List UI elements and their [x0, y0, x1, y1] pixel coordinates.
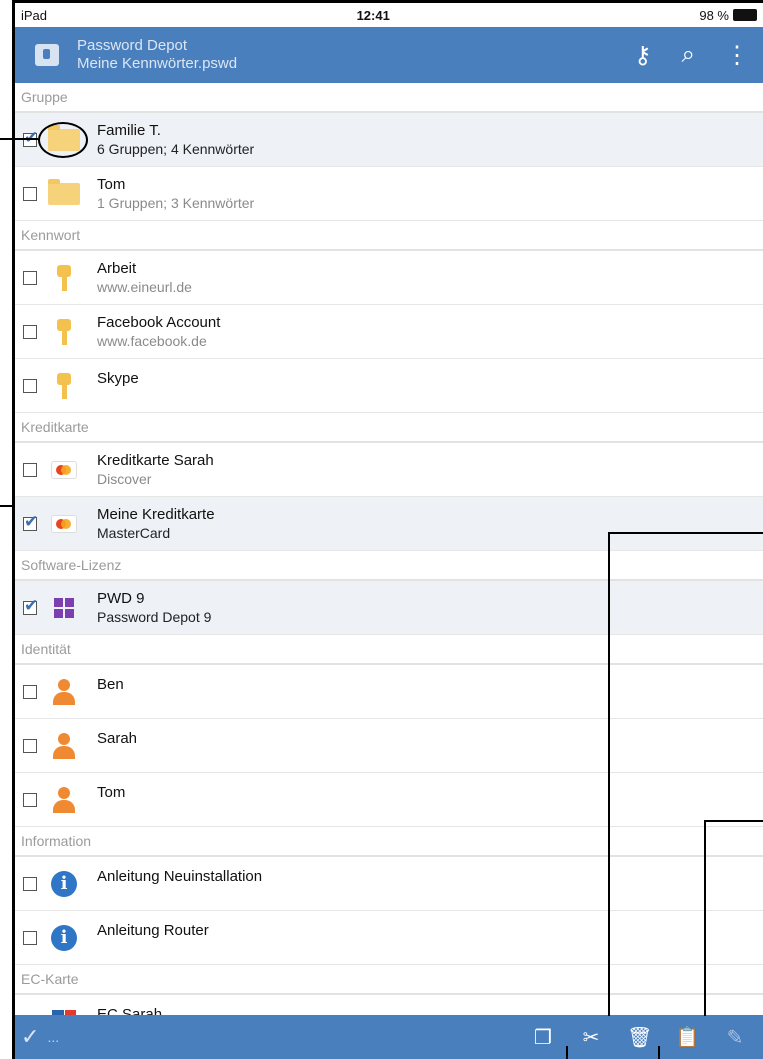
credit-card-icon — [51, 514, 77, 533]
bottom-toolbar: ✓ ... ❐ ✂ 🗑 📋 ✎ — [15, 1015, 763, 1059]
list-item[interactable]: Facebook Account www.facebook.de — [15, 305, 763, 359]
list-item[interactable]: Tom — [15, 773, 763, 827]
copy-icon[interactable]: ❐ — [531, 1025, 555, 1050]
item-subtitle: www.eineurl.de — [97, 278, 192, 295]
select-checkbox[interactable] — [23, 462, 37, 477]
item-title: Facebook Account — [97, 313, 221, 331]
callout-line — [608, 532, 610, 1016]
item-subtitle: Password Depot 9 — [97, 608, 212, 625]
add-password-icon[interactable]: ⚷ — [634, 41, 652, 70]
list-item[interactable]: Familie T.6 Gruppen; 4 Kennwörter — [15, 113, 763, 167]
callout-line — [566, 1046, 568, 1059]
callout-line — [658, 1046, 660, 1059]
section-header: Identität — [15, 635, 763, 665]
select-checkbox[interactable] — [23, 378, 37, 393]
section-header: Gruppe — [15, 83, 763, 113]
item-title: Anleitung Neuinstallation — [97, 867, 263, 885]
app-title: Password Depot — [77, 37, 188, 54]
select-checkbox[interactable] — [23, 792, 37, 807]
battery-icon — [732, 9, 757, 21]
callout-line — [0, 138, 38, 140]
select-checkbox[interactable] — [23, 738, 37, 753]
list-item[interactable]: Ben — [15, 665, 763, 719]
selection-more[interactable]: ... — [47, 1029, 59, 1045]
select-checkbox[interactable] — [23, 270, 37, 285]
person-icon — [53, 732, 75, 759]
item-subtitle: 1 Gruppen; 3 Kennwörter — [97, 194, 255, 211]
item-title: Ben — [97, 675, 124, 693]
folder-icon — [48, 178, 80, 205]
list-item[interactable]: i Anleitung Router — [15, 911, 763, 965]
section-header: Kreditkarte — [15, 413, 763, 443]
person-icon — [53, 786, 75, 813]
info-icon: i — [51, 870, 77, 897]
select-checkbox[interactable] — [23, 684, 37, 699]
file-name: Meine Kennwörter.pswd — [77, 55, 238, 72]
item-title: Sarah — [97, 729, 138, 747]
item-title: Kreditkarte Sarah — [97, 451, 214, 469]
select-checkbox[interactable] — [23, 930, 37, 945]
delete-icon[interactable]: 🗑 — [627, 1025, 652, 1050]
person-icon — [53, 678, 75, 705]
list-item[interactable]: Kreditkarte Sarah Discover — [15, 443, 763, 497]
item-title: Tom — [97, 783, 126, 801]
item-title: Anleitung Router — [97, 921, 209, 939]
item-title: PWD 9 — [97, 589, 145, 607]
item-title: Meine Kreditkarte — [97, 505, 215, 523]
select-checkbox[interactable] — [23, 186, 37, 201]
entry-list: GruppeFamilie T.6 Gruppen; 4 KennwörterT… — [15, 83, 763, 1049]
more-menu-icon[interactable]: ⋮ — [725, 41, 749, 70]
list-item[interactable]: i Anleitung Neuinstallation — [15, 857, 763, 911]
section-header: EC-Karte — [15, 965, 763, 995]
search-icon[interactable]: ⌕ — [682, 41, 695, 69]
select-checkbox[interactable] — [23, 512, 38, 532]
app-frame: iPad 12:41 98 % Password Depot Meine Ken… — [12, 0, 763, 1059]
edit-icon[interactable]: ✎ — [723, 1025, 747, 1050]
windows-icon — [54, 597, 74, 618]
list-item[interactable]: Tom 1 Gruppen; 3 Kennwörter — [15, 167, 763, 221]
list-item[interactable]: PWD 9Password Depot 9 — [15, 581, 763, 635]
section-header: Kennwort — [15, 221, 763, 251]
key-icon — [57, 372, 71, 399]
select-checkbox[interactable] — [23, 596, 38, 616]
callout-line — [704, 820, 763, 822]
cut-icon[interactable]: ✂ — [579, 1025, 603, 1050]
select-checkbox[interactable] — [23, 876, 37, 891]
battery-percent: 98 % — [699, 7, 729, 23]
app-logo-icon — [35, 44, 59, 66]
callout-line — [608, 532, 763, 534]
section-header: Information — [15, 827, 763, 857]
item-title: Tom — [97, 175, 126, 193]
item-title: Arbeit — [97, 259, 137, 277]
item-subtitle: 6 Gruppen; 4 Kennwörter — [97, 140, 255, 157]
list-item[interactable]: Sarah — [15, 719, 763, 773]
list-item[interactable]: Arbeit www.eineurl.de — [15, 251, 763, 305]
item-title: Skype — [97, 369, 139, 387]
device-label: iPad — [21, 7, 48, 23]
key-icon — [57, 318, 71, 345]
item-title: Familie T. — [97, 121, 161, 139]
credit-card-icon — [51, 460, 77, 479]
section-header: Software-Lizenz — [15, 551, 763, 581]
item-subtitle: MasterCard — [97, 524, 171, 541]
clock: 12:41 — [356, 7, 390, 23]
list-item[interactable]: Meine KreditkarteMasterCard — [15, 497, 763, 551]
select-checkbox[interactable] — [23, 324, 37, 339]
paste-icon[interactable]: 📋 — [675, 1025, 700, 1050]
key-icon — [57, 264, 71, 291]
callout-circle — [38, 122, 88, 158]
info-icon: i — [51, 924, 77, 951]
item-subtitle: www.facebook.de — [97, 332, 207, 349]
done-button[interactable]: ✓ — [21, 1024, 39, 1050]
app-bar: Password Depot Meine Kennwörter.pswd ⚷ ⌕… — [15, 27, 763, 83]
callout-line — [0, 505, 14, 507]
callout-line — [704, 820, 706, 1016]
list-item[interactable]: Skype — [15, 359, 763, 413]
status-bar: iPad 12:41 98 % — [15, 3, 763, 27]
item-subtitle: Discover — [97, 470, 152, 487]
